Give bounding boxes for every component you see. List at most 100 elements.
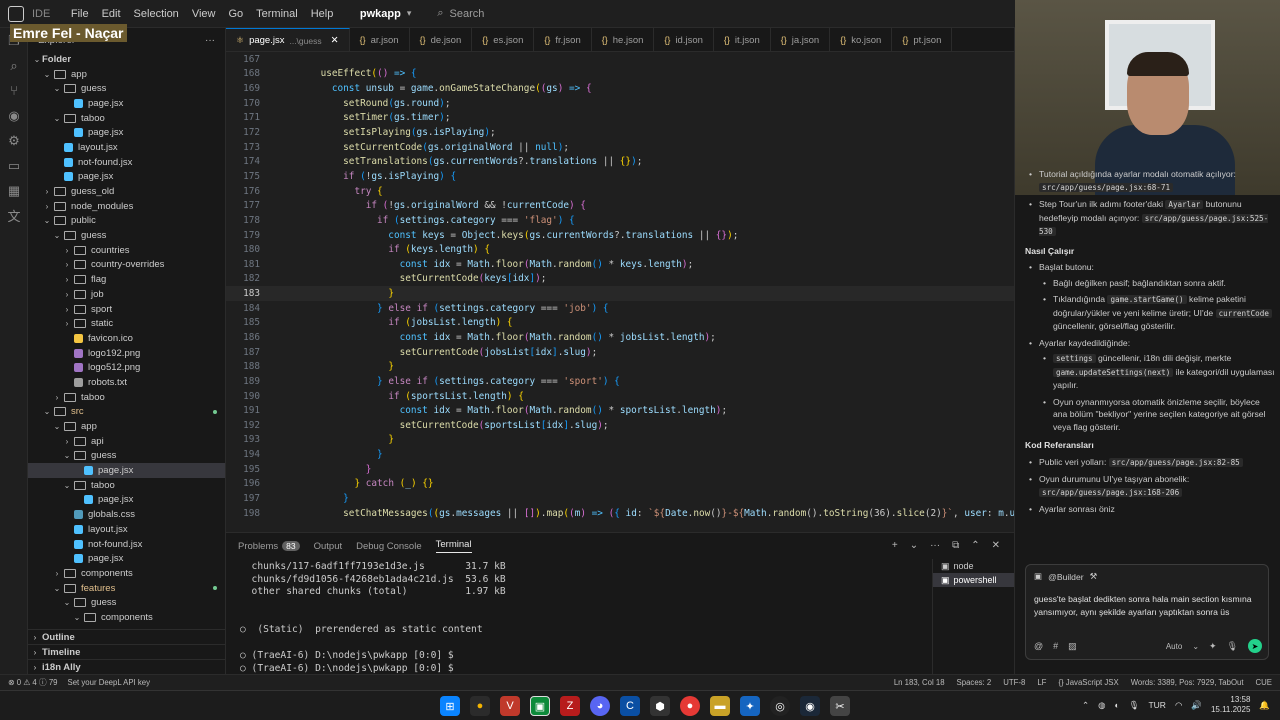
code-line[interactable]: 191 const idx = Math. floor(Math. random()… (226, 403, 1014, 418)
close-icon[interactable]: ✕ (331, 35, 339, 46)
tree-file[interactable]: layout.jsx (28, 522, 225, 537)
obs-icon[interactable]: ◎ (770, 696, 790, 716)
code-line[interactable]: 189 } else if (settings. category === 'sp… (226, 374, 1014, 389)
chrome-icon[interactable]: ● (470, 696, 490, 716)
chat-input-text[interactable]: guess'te başlat dedikten sonra hala main… (1034, 593, 1262, 619)
search-icon[interactable]: ⌕ (0, 53, 28, 78)
chevron-down-icon[interactable]: ⌄ (1192, 642, 1199, 651)
terminal-instance[interactable]: ▣ powershell (933, 573, 1014, 587)
windows-start-icon[interactable]: ⊞ (440, 696, 460, 716)
tree-folder[interactable]: ⌄ guess (28, 81, 225, 96)
code-line[interactable]: 186 const idx = Math. floor(Math. random()… (226, 330, 1014, 345)
tree-file[interactable]: page.jsx (28, 96, 225, 111)
tools-icon[interactable]: ⚒ (1090, 571, 1098, 582)
editor-tab[interactable]: ⚛ page.jsx ...\guess ✕ (226, 28, 350, 51)
menu-item-go[interactable]: Go (222, 8, 250, 20)
chat-input-box[interactable]: ▣ @Builder ⚒ guess'te başlat dedikten so… (1025, 564, 1269, 660)
tree-folder[interactable]: ⌄ src (28, 405, 225, 420)
code-line[interactable]: 176 try { (226, 184, 1014, 199)
code-line[interactable]: 171 setTimer(gs. timer); (226, 111, 1014, 126)
tree-folder[interactable]: ⌄ guess (28, 228, 225, 243)
code-line[interactable]: 193 } (226, 433, 1014, 448)
code-line[interactable]: 175 if (! gs. isPlaying) { (226, 169, 1014, 184)
code-line[interactable]: 183 } (226, 286, 1014, 301)
problems-summary[interactable]: ⊗ 0 ⚠ 4 ⓘ 79 (8, 677, 58, 688)
code-line[interactable]: 172 setIsPlaying(gs. isPlaying); (226, 125, 1014, 140)
more-actions-icon[interactable]: ··· (930, 540, 940, 551)
section-i18n-ally[interactable]: › i18n Ally (28, 659, 225, 674)
tree-folder[interactable]: ⌄ public (28, 214, 225, 229)
tree-file[interactable]: page.jsx (28, 125, 225, 140)
sparkle-icon[interactable]: ✦ (1209, 641, 1217, 652)
code-line[interactable]: 170 setRound(gs. round); (226, 96, 1014, 111)
code-line[interactable]: 187 setCurrentCode(jobsList[idx]. slug); (226, 345, 1014, 360)
remote-icon[interactable]: ▭ (0, 153, 28, 178)
tree-file[interactable]: not-found.jsx (28, 155, 225, 170)
tray-app-icon[interactable]: ◍ (1098, 700, 1105, 711)
add-terminal-icon[interactable]: + (892, 540, 898, 551)
section-timeline[interactable]: › Timeline (28, 644, 225, 659)
code-line[interactable]: 182 setCurrentCode(keys[idx]); (226, 272, 1014, 287)
wifi-icon[interactable]: ◠ (1175, 700, 1182, 711)
menu-item-view[interactable]: View (185, 8, 222, 20)
send-icon[interactable]: ➤ (1248, 639, 1262, 653)
tree-file[interactable]: logo192.png (28, 346, 225, 361)
code-line[interactable]: 174 setTranslations(gs. currentWords?. tra… (226, 154, 1014, 169)
code-line[interactable]: 169 const unsub = game. onGameStateChange… (226, 81, 1014, 96)
more-actions-icon[interactable]: ··· (205, 35, 215, 46)
panel-tab-problems[interactable]: Problems 83 (238, 540, 300, 552)
image-icon[interactable]: ▨ (1068, 641, 1077, 652)
tree-file[interactable]: globals.css (28, 507, 225, 522)
run-debug-icon[interactable]: ◉ (0, 103, 28, 128)
panel-tab-output[interactable]: Output (314, 541, 343, 552)
code-line[interactable]: 188 } (226, 359, 1014, 374)
tree-file[interactable]: page.jsx (28, 170, 225, 185)
tree-folder[interactable]: › components (28, 566, 225, 581)
tree-folder[interactable]: ⌄ guess (28, 449, 225, 464)
hash-icon[interactable]: # (1053, 641, 1058, 651)
code-line[interactable]: 180 if (keys. length) { (226, 242, 1014, 257)
editor-tab[interactable]: {} ar.json (350, 28, 410, 51)
code-line[interactable]: 167 (226, 52, 1014, 67)
editor-tab[interactable]: {} de.json (410, 28, 473, 51)
tree-file[interactable]: robots.txt (28, 375, 225, 390)
agent-selector[interactable]: ▣ @Builder ⚒ (1034, 571, 1097, 582)
status-item[interactable]: Ln 183, Col 18 (894, 678, 945, 687)
code-line[interactable]: 198 setChatMessages((gs. messages || []).… (226, 506, 1014, 521)
editor-tab[interactable]: {} fr.json (534, 28, 592, 51)
tray-chevron-icon[interactable]: ⌃ (1082, 700, 1089, 711)
editor-tab[interactable]: {} he.json (592, 28, 655, 51)
code-line[interactable]: 195 } (226, 462, 1014, 477)
code-line[interactable]: 194 } (226, 447, 1014, 462)
tree-folder[interactable]: ⌄ app (28, 419, 225, 434)
editor-tab[interactable]: {} id.json (654, 28, 714, 51)
tree-folder[interactable]: › taboo (28, 390, 225, 405)
code-line[interactable]: 185 if (jobsList. length) { (226, 316, 1014, 331)
tree-folder[interactable]: › country-overrides (28, 258, 225, 273)
menu-item-selection[interactable]: Selection (127, 8, 185, 20)
code-view[interactable]: 167 168 useEffect(() => {169 const unsub … (226, 52, 1014, 532)
code-line[interactable]: 196 } catch (_) {} (226, 477, 1014, 492)
file-explorer-icon[interactable]: ▬ (710, 696, 730, 716)
menu-item-file[interactable]: File (64, 8, 95, 20)
tree-file[interactable]: page.jsx (28, 493, 225, 508)
editor-tab[interactable]: {} es.json (472, 28, 535, 51)
status-item[interactable]: {} JavaScript JSX (1058, 678, 1118, 687)
section-outline[interactable]: › Outline (28, 629, 225, 644)
extensions-icon[interactable]: ▦ (0, 178, 28, 203)
tree-folder[interactable]: ⌄ features (28, 581, 225, 596)
tree-file[interactable]: logo512.png (28, 360, 225, 375)
filezilla-icon[interactable]: Z (560, 696, 580, 716)
search-box[interactable]: ⌕ Search (437, 7, 484, 20)
translate-icon[interactable]: 文 (0, 203, 28, 228)
code-line[interactable]: 190 if (sportsList. length) { (226, 389, 1014, 404)
tray-app-icon[interactable]: ◐ (1115, 700, 1120, 710)
maximize-icon[interactable]: ⌃ (971, 540, 979, 551)
status-item[interactable]: Words: 3389, Pos: 7929, TabOut (1131, 678, 1244, 687)
code-line[interactable]: 177 if (! gs. originalWord && ! currentCode… (226, 198, 1014, 213)
tree-file[interactable]: not-found.jsx (28, 537, 225, 552)
terminal-instance[interactable]: ▣ node (933, 559, 1014, 573)
terminal-output[interactable]: chunks/117-6adf1ff7193e1d3e.js 31.7 kB c… (240, 561, 920, 675)
settings-gear-icon[interactable]: ⚙ (0, 128, 28, 153)
deepl-key-notice[interactable]: Set your DeepL API key (68, 678, 151, 687)
